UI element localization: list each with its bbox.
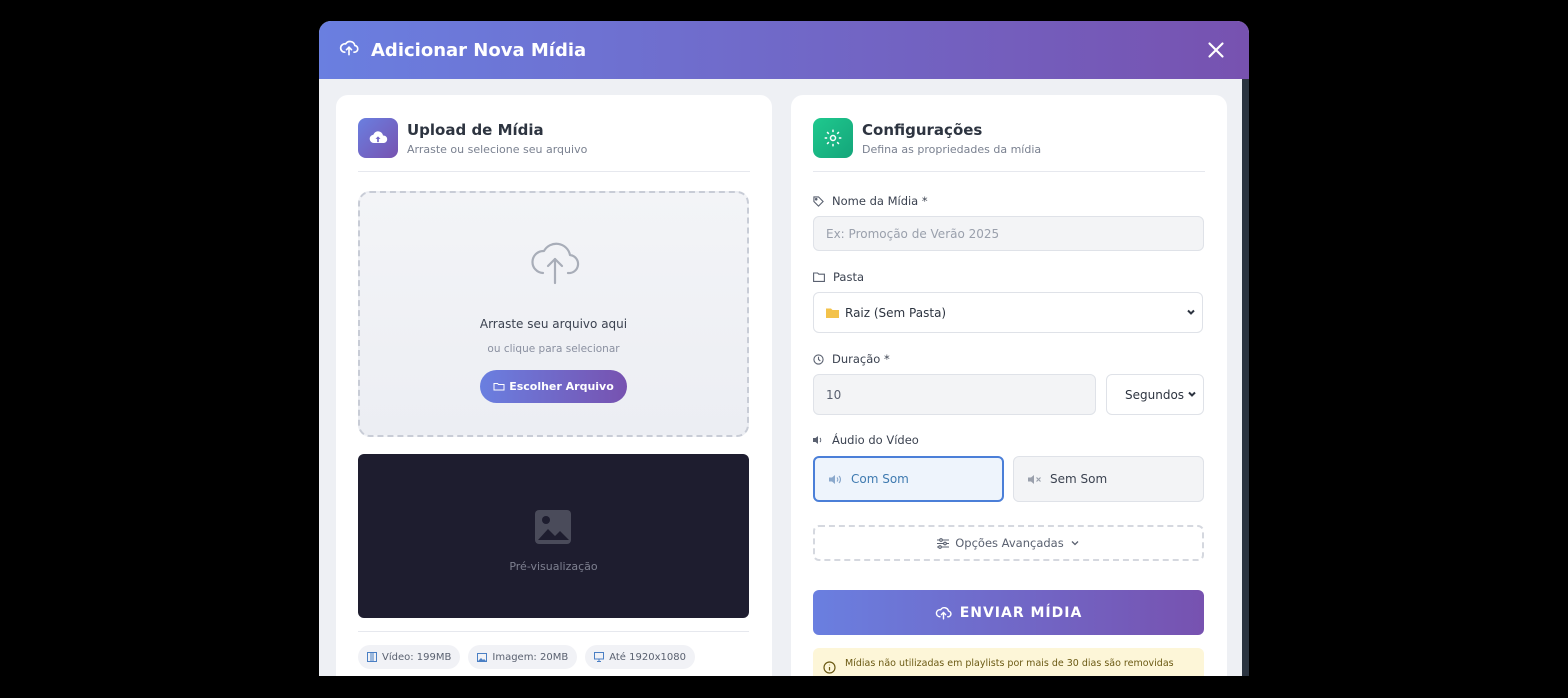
duration-field-label: Duração * xyxy=(813,352,890,366)
monitor-icon xyxy=(594,652,605,662)
advanced-options-label: Opções Avançadas xyxy=(955,536,1064,550)
config-panel-header: Configurações Defina as propriedades da … xyxy=(813,117,1205,172)
audio-on-label: Com Som xyxy=(851,472,909,486)
chevron-down-icon xyxy=(1071,541,1079,546)
name-label-text: Nome da Mídia * xyxy=(832,194,928,208)
video-limit-tag: Vídeo: 199MB xyxy=(358,645,461,669)
audio-label-text: Áudio do Vídeo xyxy=(832,433,919,447)
close-icon[interactable] xyxy=(1203,37,1229,63)
resolution-limit-label: Até 1920x1080 xyxy=(609,651,686,663)
upload-panel: Upload de Mídia Arraste ou selecione seu… xyxy=(336,95,772,676)
resolution-limit-tag: Até 1920x1080 xyxy=(585,645,695,669)
folder-icon xyxy=(813,272,825,282)
volume-mute-icon xyxy=(1028,474,1041,484)
duration-unit-value: Segundos xyxy=(1125,387,1185,402)
modal-scrollbar[interactable] xyxy=(1242,79,1249,676)
sliders-icon xyxy=(937,537,950,549)
send-media-button[interactable]: ENVIAR MÍDIA xyxy=(813,590,1204,635)
media-preview: Pré-visualização xyxy=(358,454,749,618)
tag-icon xyxy=(813,195,824,207)
upload-panel-header: Upload de Mídia Arraste ou selecione seu… xyxy=(358,117,750,172)
choose-file-button[interactable]: Escolher Arquivo xyxy=(480,370,627,403)
upload-limits: Vídeo: 199MB Imagem: 20MB Até 1920x1080 xyxy=(358,645,695,669)
duration-unit-select[interactable]: Segundos xyxy=(1106,374,1204,415)
film-icon xyxy=(367,652,377,662)
folder-field-label: Pasta xyxy=(813,270,864,284)
image-limit-label: Imagem: 20MB xyxy=(492,651,569,663)
upload-subtitle: Arraste ou selecione seu arquivo xyxy=(407,143,588,156)
config-title: Configurações xyxy=(862,121,983,139)
duration-input[interactable]: 10 xyxy=(813,374,1096,415)
duration-label-text: Duração * xyxy=(832,352,890,366)
modal-header: Adicionar Nova Mídia xyxy=(319,21,1249,79)
audio-field-label: Áudio do Vídeo xyxy=(813,433,919,447)
upload-cloud-icon xyxy=(339,38,359,62)
volume-icon xyxy=(813,436,822,444)
video-limit-label: Vídeo: 199MB xyxy=(382,651,452,663)
cleanup-notice: Mídias não utilizadas em playlists por m… xyxy=(813,648,1204,676)
volume-up-icon xyxy=(829,474,841,484)
image-limit-tag: Imagem: 20MB xyxy=(468,645,578,669)
info-icon xyxy=(823,661,836,674)
chevron-down-icon xyxy=(1188,391,1196,397)
config-panel: Configurações Defina as propriedades da … xyxy=(791,95,1227,676)
clock-icon xyxy=(813,353,824,365)
cleanup-notice-text: Mídias não utilizadas em playlists por m… xyxy=(845,658,1174,669)
folder-open-icon xyxy=(493,383,505,391)
image-placeholder-icon xyxy=(535,510,571,544)
upload-cloud-icon xyxy=(935,607,952,620)
upload-title: Upload de Mídia xyxy=(407,121,544,139)
gear-icon xyxy=(813,118,853,158)
config-subtitle: Defina as propriedades da mídia xyxy=(862,143,1042,156)
media-name-input[interactable]: Ex: Promoção de Verão 2025 xyxy=(813,216,1204,251)
image-icon xyxy=(477,652,488,662)
chevron-down-icon xyxy=(1187,309,1195,315)
modal-title: Adicionar Nova Mídia xyxy=(371,39,587,61)
file-dropzone[interactable]: Arraste seu arquivo aqui ou clique para … xyxy=(358,191,749,437)
send-media-label: ENVIAR MÍDIA xyxy=(959,604,1083,621)
cloud-upload-icon xyxy=(531,242,580,285)
preview-label: Pré-visualização xyxy=(509,560,598,573)
duration-value: 10 xyxy=(826,387,842,402)
audio-off-label: Sem Som xyxy=(1050,472,1108,486)
add-media-modal: Adicionar Nova Mídia Upload de Mídia Arr… xyxy=(319,21,1249,676)
choose-file-label: Escolher Arquivo xyxy=(509,380,614,393)
folder-select[interactable]: Raiz (Sem Pasta) xyxy=(813,292,1203,333)
folder-label-text: Pasta xyxy=(833,270,865,284)
advanced-options-toggle[interactable]: Opções Avançadas xyxy=(813,525,1204,561)
divider xyxy=(358,631,749,632)
folder-select-value: Raiz (Sem Pasta) xyxy=(845,305,947,320)
folder-emoji-icon xyxy=(826,308,839,318)
audio-on-option[interactable]: Com Som xyxy=(813,456,1004,502)
audio-off-option[interactable]: Sem Som xyxy=(1013,456,1204,502)
drop-sub-text: ou clique para selecionar xyxy=(487,343,620,355)
name-field-label: Nome da Mídia * xyxy=(813,194,928,208)
drop-main-text: Arraste seu arquivo aqui xyxy=(479,317,628,331)
upload-cloud-icon xyxy=(358,118,398,158)
